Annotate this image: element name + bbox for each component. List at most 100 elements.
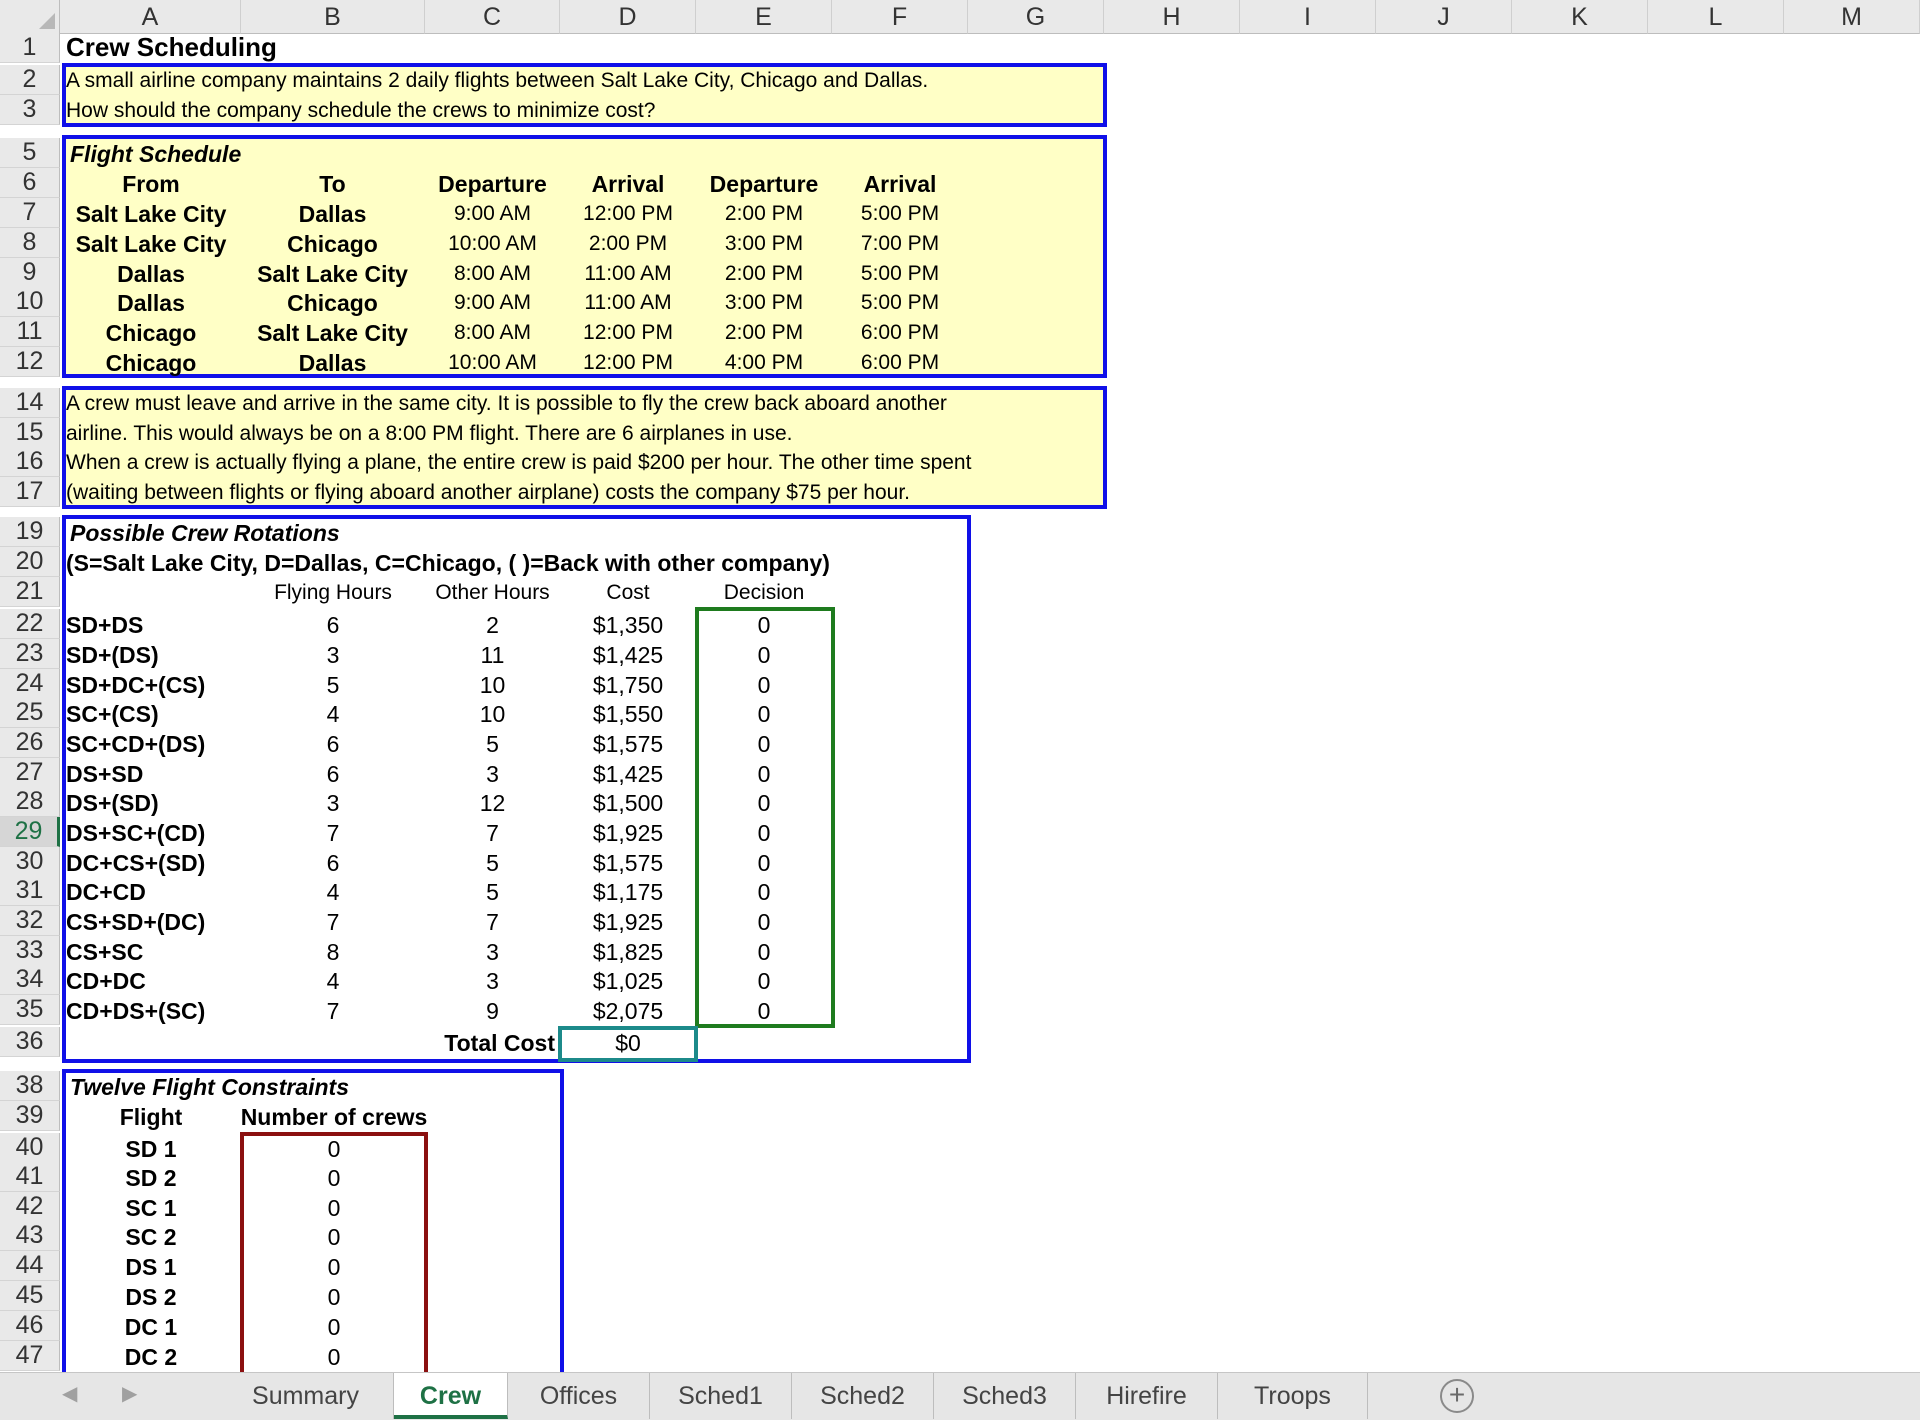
sheet-tab-crew[interactable]: Crew [394,1373,508,1419]
rotation-name[interactable]: CD+DS+(SC) [66,996,205,1026]
flight-schedule-cell[interactable]: 2:00 PM [696,259,832,289]
rotation-name[interactable]: SD+DC+(CS) [66,670,205,700]
row-header-24[interactable]: 24 [0,669,60,699]
row-header-41[interactable]: 41 [0,1162,60,1192]
flight-schedule-cell[interactable]: Salt Lake City [62,199,240,229]
decision-cell[interactable]: 0 [696,759,832,789]
column-header-g[interactable]: G [968,0,1104,34]
flight-schedule-cell[interactable]: 2:00 PM [696,199,832,229]
rotation-value[interactable]: 10 [425,670,560,700]
rotation-value[interactable]: 6 [241,729,425,759]
constraint-crews[interactable]: 0 [240,1312,428,1342]
rules-line-1[interactable]: A crew must leave and arrive in the same… [66,389,947,419]
decision-cell[interactable]: 0 [696,729,832,759]
column-header-e[interactable]: E [696,0,832,34]
row-header-5[interactable]: 5 [0,138,60,168]
row-header-42[interactable]: 42 [0,1192,60,1222]
rules-line-3[interactable]: When a crew is actually flying a plane, … [66,448,971,478]
row-header-2[interactable]: 2 [0,65,60,95]
rotation-value[interactable]: 4 [241,966,425,996]
row-header-39[interactable]: 39 [0,1101,60,1131]
constraint-flight[interactable]: DS 2 [62,1282,240,1312]
add-sheet-icon[interactable]: + [1440,1379,1474,1413]
rotation-value[interactable]: $1,575 [560,848,696,878]
column-header-k[interactable]: K [1512,0,1648,34]
rotation-value[interactable]: 3 [425,937,560,967]
constraint-crews[interactable]: 0 [240,1193,428,1223]
rotation-value[interactable]: 7 [241,907,425,937]
row-header-15[interactable]: 15 [0,418,60,448]
rotation-value[interactable]: 6 [241,610,425,640]
flight-schedule-cell[interactable]: 9:00 AM [425,199,560,229]
constraint-flight[interactable]: SC 1 [62,1193,240,1223]
column-header-l[interactable]: L [1648,0,1784,34]
flight-schedule-header[interactable]: Arrival [832,169,968,199]
row-header-20[interactable]: 20 [0,547,60,577]
rotation-value[interactable]: 8 [241,937,425,967]
row-header-46[interactable]: 46 [0,1311,60,1341]
rotation-value[interactable]: 7 [425,818,560,848]
row-header-21[interactable]: 21 [0,577,60,607]
column-header-h[interactable]: H [1104,0,1240,34]
flight-schedule-header[interactable]: To [240,169,425,199]
flight-schedule-cell[interactable]: Salt Lake City [62,229,240,259]
rotation-value[interactable]: 3 [241,640,425,670]
flight-schedule-cell[interactable]: 8:00 AM [425,318,560,348]
flight-schedule-cell[interactable]: 7:00 PM [832,229,968,259]
decision-cell[interactable]: 0 [696,670,832,700]
rotation-name[interactable]: SD+(DS) [66,640,159,670]
row-header-10[interactable]: 10 [0,287,60,317]
row-header-47[interactable]: 47 [0,1341,60,1371]
scroll-tabs-right-icon[interactable]: ▶ [122,1381,137,1406]
row-header-23[interactable]: 23 [0,639,60,669]
column-header-d[interactable]: D [560,0,696,34]
row-header-1[interactable]: 1 [0,33,60,63]
decision-cell[interactable]: 0 [696,907,832,937]
row-header-7[interactable]: 7 [0,198,60,228]
sheet-tab-sched2[interactable]: Sched2 [792,1373,934,1419]
row-header-38[interactable]: 38 [0,1071,60,1101]
decision-cell[interactable]: 0 [696,610,832,640]
rotation-name[interactable]: CD+DC [66,966,146,996]
total-cost-label[interactable]: Total Cost [370,1028,555,1058]
intro-line-1[interactable]: A small airline company maintains 2 dail… [66,66,928,96]
rotation-value[interactable]: 3 [241,788,425,818]
flight-schedule-cell[interactable]: Dallas [240,199,425,229]
rotation-name[interactable]: SC+(CS) [66,699,159,729]
sheet-tab-offices[interactable]: Offices [508,1373,650,1419]
rotation-value[interactable]: $1,025 [560,966,696,996]
row-header-16[interactable]: 16 [0,447,60,477]
flight-schedule-cell[interactable]: 12:00 PM [560,318,696,348]
flight-schedule-cell[interactable]: Salt Lake City [240,318,425,348]
decision-cell[interactable]: 0 [696,640,832,670]
rotation-value[interactable]: $1,825 [560,937,696,967]
decision-cell[interactable]: 0 [696,818,832,848]
rotation-value[interactable]: 7 [425,907,560,937]
row-header-11[interactable]: 11 [0,317,60,347]
rotation-value[interactable]: $1,925 [560,907,696,937]
constraints-header-flight[interactable]: Flight [62,1102,240,1132]
row-header-43[interactable]: 43 [0,1221,60,1251]
scroll-tabs-left-icon[interactable]: ◀ [62,1381,77,1406]
rotation-value[interactable]: 10 [425,699,560,729]
intro-line-2[interactable]: How should the company schedule the crew… [66,96,655,126]
rotations-header[interactable]: Cost [560,578,696,608]
flight-schedule-cell[interactable]: Chicago [240,229,425,259]
flight-schedule-cell[interactable]: 5:00 PM [832,288,968,318]
flight-schedule-title[interactable]: Flight Schedule [70,139,241,169]
rotation-value[interactable]: 5 [241,670,425,700]
column-header-b[interactable]: B [241,0,425,34]
rotation-value[interactable]: 6 [241,759,425,789]
row-header-6[interactable]: 6 [0,168,60,198]
rotation-name[interactable]: CS+SD+(DC) [66,907,205,937]
row-header-14[interactable]: 14 [0,388,60,418]
rotations-header[interactable]: Decision [696,578,832,608]
row-header-29[interactable]: 29 [0,817,60,847]
column-header-c[interactable]: C [425,0,560,34]
flight-schedule-cell[interactable]: Dallas [62,288,240,318]
constraint-crews[interactable]: 0 [240,1282,428,1312]
rotation-name[interactable]: DS+SC+(CD) [66,818,205,848]
row-header-36[interactable]: 36 [0,1027,60,1057]
flight-schedule-cell[interactable]: 5:00 PM [832,259,968,289]
rotation-value[interactable]: $2,075 [560,996,696,1026]
